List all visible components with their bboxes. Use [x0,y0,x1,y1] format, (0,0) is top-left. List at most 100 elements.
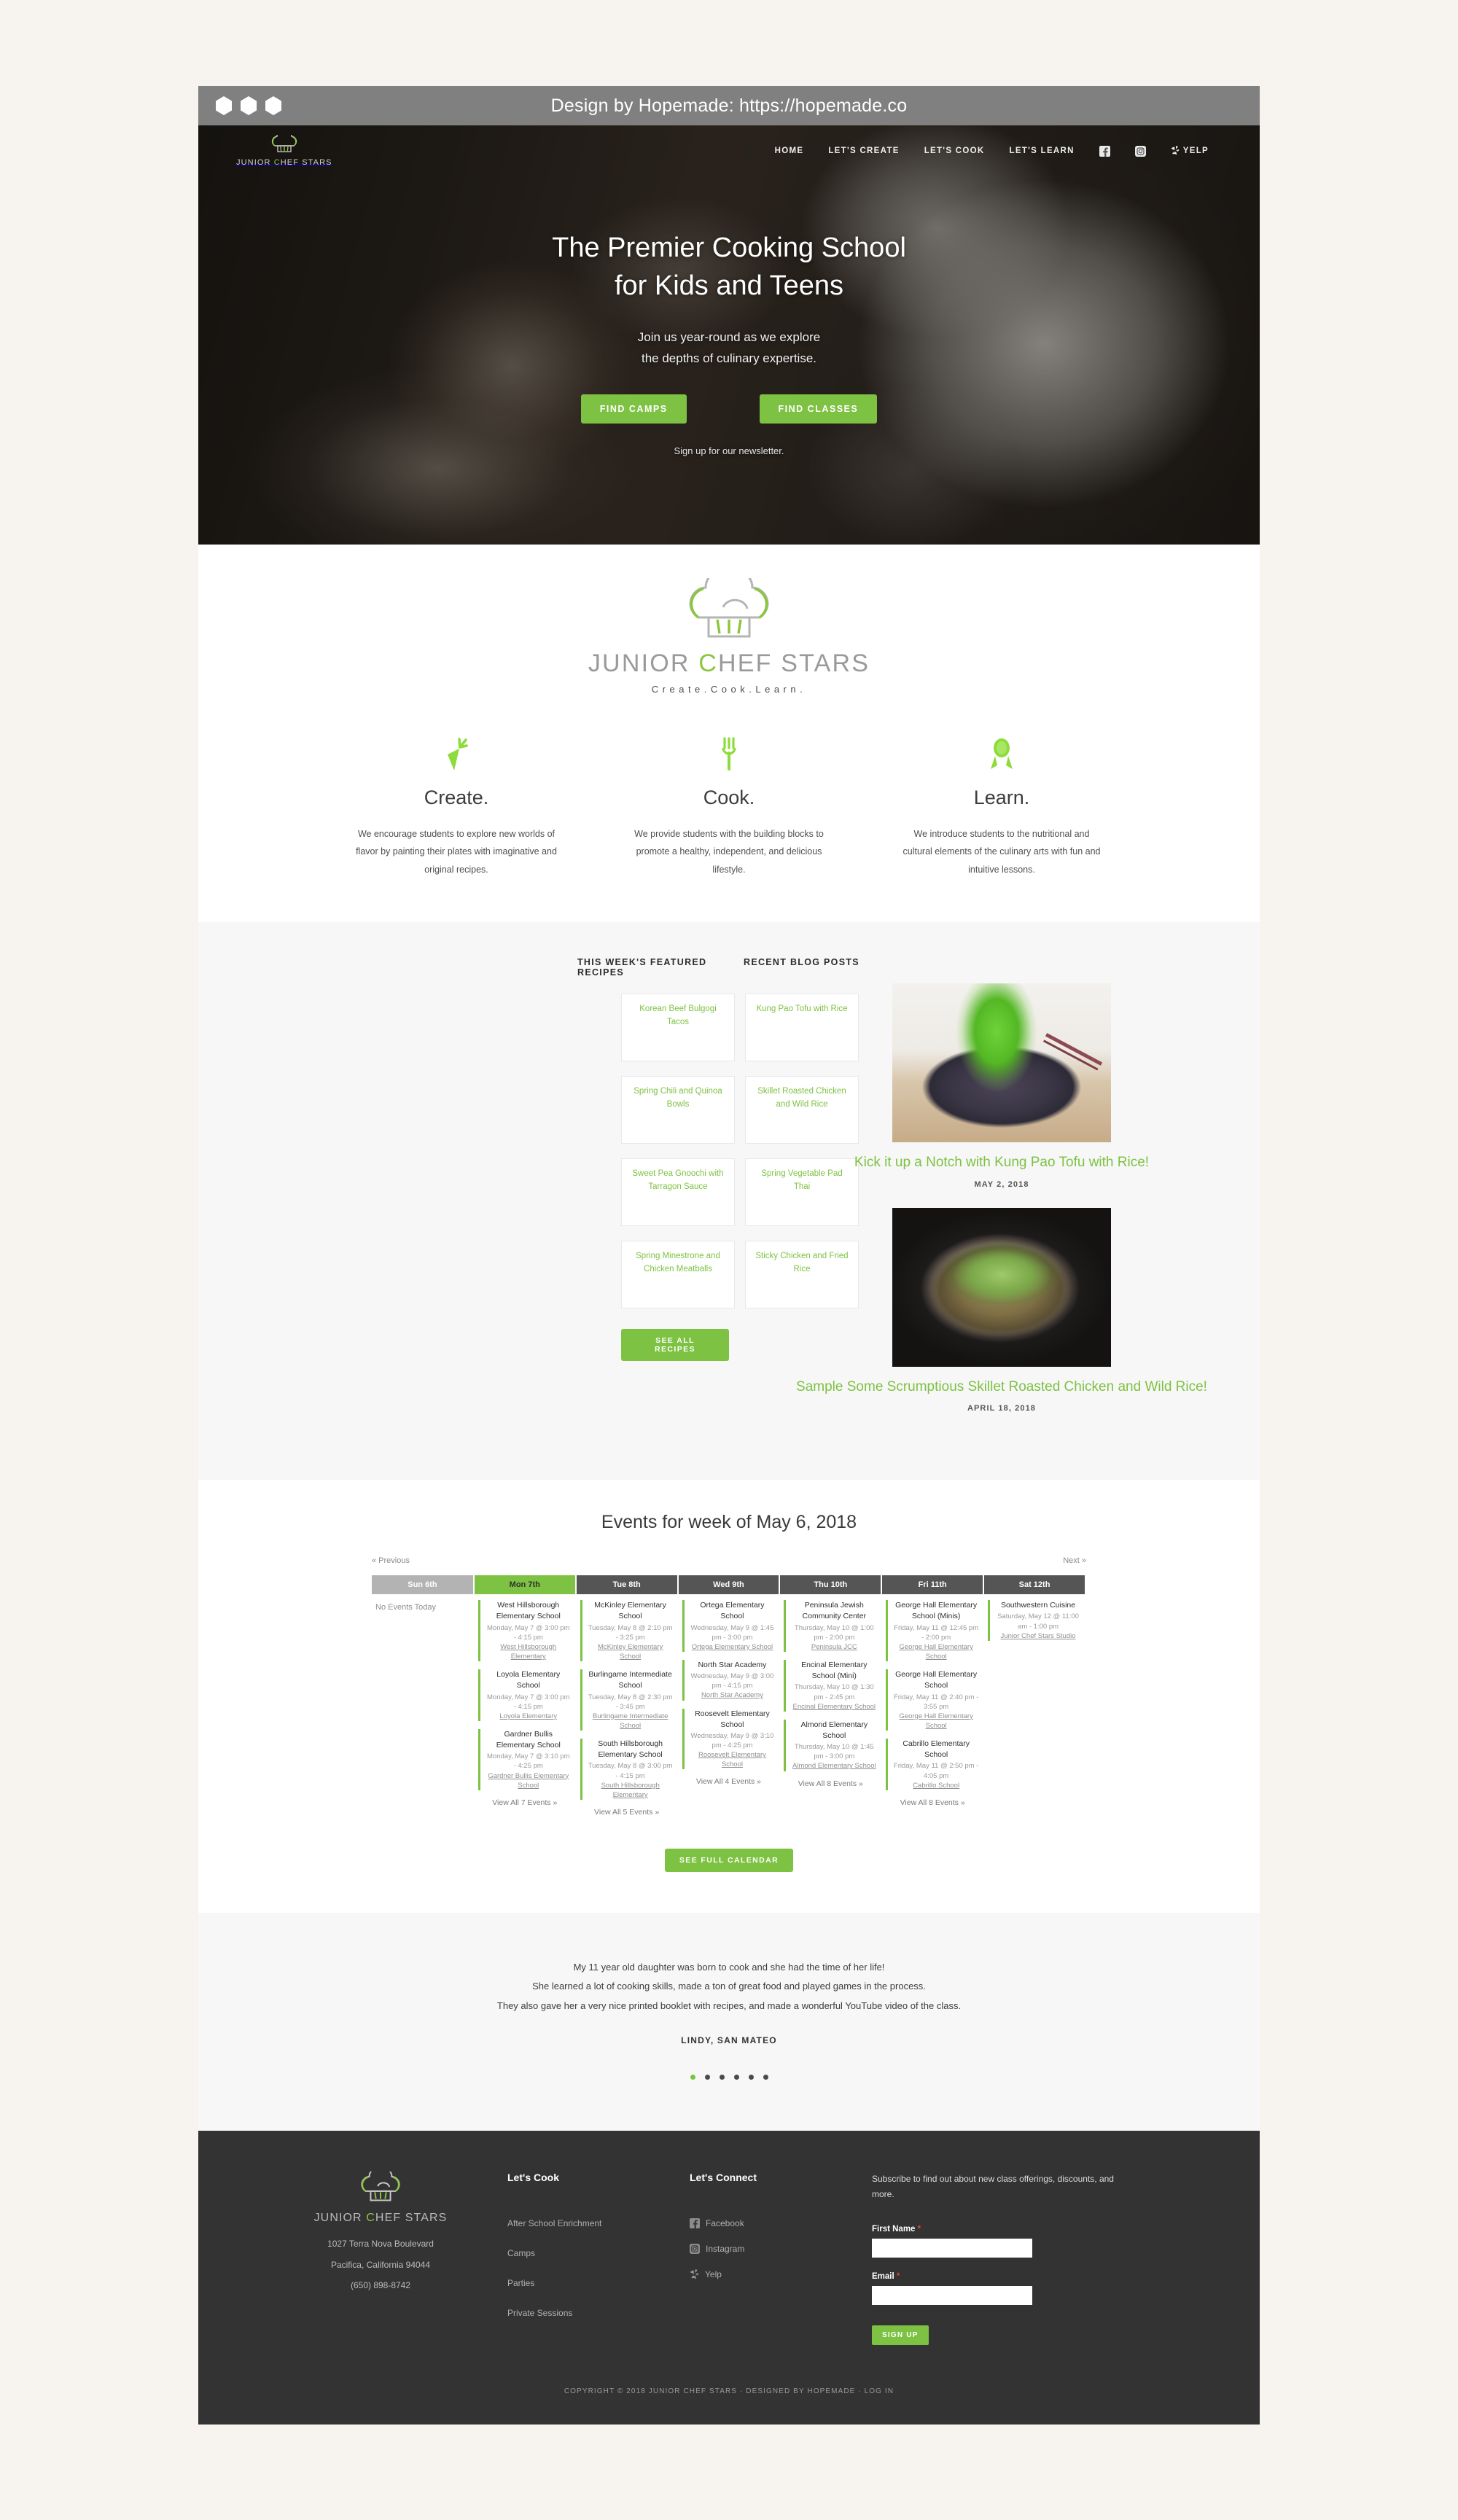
event-venue-link[interactable]: George Hall Elementary School [893,1642,979,1661]
calendar-event[interactable]: McKinley Elementary School Tuesday, May … [580,1600,674,1662]
calendar-prev-link[interactable]: « Previous [372,1556,410,1565]
calendar-event[interactable]: Gardner Bullis Elementary School Monday,… [477,1728,572,1790]
nav-lets-cook[interactable]: LET'S COOK [924,147,985,155]
recipe-card[interactable]: Korean Beef Bulgogi Tacos [621,994,735,1062]
no-events-text: No Events Today [375,1603,436,1612]
blog-post-image[interactable] [892,983,1111,1143]
footer-link-after-school[interactable]: After School Enrichment [507,2218,658,2228]
recipe-card[interactable]: Sweet Pea Gnoochi with Tarragon Sauce [621,1158,735,1227]
event-venue-link[interactable]: Junior Chef Stars Studio [995,1631,1081,1641]
event-venue-link[interactable]: Roosevelt Elementary School [690,1750,776,1769]
calendar-event[interactable]: South Hillsborough Elementary School Tue… [580,1738,674,1800]
calendar-event[interactable]: Encinal Elementary School (Mini) Thursda… [784,1659,877,1712]
event-time: Monday, May 7 @ 3:00 pm - 4:15 pm [487,1693,570,1711]
blog-post-title[interactable]: Sample Some Scrumptious Skillet Roasted … [744,1377,1260,1397]
event-venue-link[interactable]: South Hillsborough Elementary [588,1781,674,1800]
hero-cta-group: FIND CAMPS FIND CLASSES [198,394,1260,424]
value-prop-columns: Create. We encourage students to explore… [198,734,1260,878]
footer-link-yelp[interactable]: Yelp [690,2269,840,2280]
facebook-icon[interactable] [1099,145,1110,157]
instagram-icon[interactable] [1134,145,1146,157]
carousel-dot[interactable] [748,2074,754,2080]
event-venue-link[interactable]: Peninsula JCC [791,1642,877,1652]
calendar-event[interactable]: George Hall Elementary School (Minis) Fr… [886,1600,979,1662]
calendar-event[interactable]: George Hall Elementary School Friday, Ma… [886,1669,979,1731]
nav-yelp[interactable]: YELP [1171,146,1209,156]
view-all-events-link[interactable]: View All 4 Events » [682,1777,776,1786]
testimonial-section: My 11 year old daughter was born to cook… [198,1912,1260,2131]
see-all-recipes-button[interactable]: SEE ALL RECIPES [621,1329,729,1362]
event-venue-link[interactable]: Loyola Elementary [486,1712,572,1721]
recipe-link[interactable]: Korean Beef Bulgogi Tacos [629,1003,727,1029]
newsletter-signup-link[interactable]: Sign up for our newsletter. [674,445,784,456]
nav-home[interactable]: HOME [775,147,804,155]
hero-content: The Premier Cooking School for Kids and … [198,166,1260,458]
event-venue-link[interactable]: Gardner Bullis Elementary School [486,1771,572,1790]
email-field[interactable] [872,2285,1032,2305]
event-time: Thursday, May 10 @ 1:30 pm - 2:45 pm [794,1683,874,1701]
footer-facebook-label: Facebook [706,2217,744,2228]
calendar-event[interactable]: North Star Academy Wednesday, May 9 @ 3:… [682,1659,776,1701]
event-venue-link[interactable]: North Star Academy [690,1690,776,1700]
find-camps-button[interactable]: FIND CAMPS [580,394,687,424]
carousel-dot[interactable] [733,2074,739,2080]
calendar-event[interactable]: Cabrillo Elementary School Friday, May 1… [886,1738,979,1790]
view-all-events-link[interactable]: View All 7 Events » [478,1798,572,1807]
carousel-dot[interactable] [690,2074,695,2080]
blog-post-image[interactable] [892,1207,1111,1367]
see-full-calendar-button[interactable]: SEE FULL CALENDAR [664,1848,794,1872]
recipe-card[interactable]: Spring Minestrone and Chicken Meatballs [621,1241,735,1309]
calendar-day-cell-sun: No Events Today [372,1594,475,1824]
view-all-events-link[interactable]: View All 5 Events » [580,1808,674,1817]
carousel-dot[interactable] [719,2074,725,2080]
recipe-link[interactable]: Spring Minestrone and Chicken Meatballs [629,1250,727,1276]
event-time: Wednesday, May 9 @ 3:10 pm - 4:25 pm [690,1731,774,1750]
event-name: West Hillsborough Elementary School [496,1601,561,1621]
event-name: George Hall Elementary School [895,1670,978,1690]
footer-link-instagram[interactable]: Instagram [690,2243,840,2254]
calendar-event[interactable]: Peninsula Jewish Community Center Thursd… [784,1600,877,1652]
nav-lets-learn[interactable]: LET'S LEARN [1010,147,1075,155]
site-logo[interactable]: JUNIOR CHEF STARS [236,135,332,167]
event-venue-link[interactable]: Encinal Elementary School [791,1702,877,1712]
browser-title-text: Design by Hopemade: https://hopemade.co [550,95,908,116]
calendar-next-link[interactable]: Next » [1063,1556,1086,1565]
recipe-card[interactable]: Spring Chili and Quinoa Bowls [621,1076,735,1144]
blog-post-title[interactable]: Kick it up a Notch with Kung Pao Tofu wi… [744,1152,1260,1173]
calendar-event[interactable]: Southwestern Cuisine Saturday, May 12 @ … [988,1600,1081,1641]
event-venue-link[interactable]: Almond Elementary School [791,1761,877,1771]
calendar-event[interactable]: Loyola Elementary School Monday, May 7 @… [477,1669,572,1721]
blog-post: Sample Some Scrumptious Skillet Roasted … [744,1207,1260,1413]
first-name-field[interactable] [872,2238,1032,2258]
calendar-day-header-fri: Fri 11th [881,1575,985,1595]
signup-button[interactable]: SIGN UP [872,2325,929,2345]
hero-title: The Premier Cooking School for Kids and … [198,229,1260,305]
recipe-link[interactable]: Sweet Pea Gnoochi with Tarragon Sauce [629,1168,727,1194]
view-all-events-link[interactable]: View All 8 Events » [886,1798,979,1807]
footer-link-parties[interactable]: Parties [507,2278,658,2288]
calendar-event[interactable]: Almond Elementary School Thursday, May 1… [784,1719,877,1771]
find-classes-button[interactable]: FIND CLASSES [759,394,878,424]
event-venue-link[interactable]: Burlingame Intermediate School [588,1712,674,1731]
nav-lets-create[interactable]: LET'S CREATE [828,147,899,155]
footer-link-camps[interactable]: Camps [507,2248,658,2258]
calendar-event[interactable]: Ortega Elementary School Wednesday, May … [682,1600,776,1652]
carousel-dot[interactable] [704,2074,710,2080]
event-venue-link[interactable]: Cabrillo School [893,1781,979,1790]
event-venue-link[interactable]: McKinley Elementary School [588,1642,674,1661]
browser-title-bar: Design by Hopemade: https://hopemade.co [198,86,1260,125]
event-time: Monday, May 7 @ 3:10 pm - 4:25 pm [487,1752,570,1771]
recipe-link[interactable]: Spring Chili and Quinoa Bowls [629,1085,727,1112]
calendar-event[interactable]: Burlingame Intermediate School Tuesday, … [580,1669,674,1731]
carousel-dot[interactable] [763,2074,768,2080]
calendar-day-header-sat: Sat 12th [983,1575,1086,1595]
footer-link-private-sessions[interactable]: Private Sessions [507,2308,658,2318]
footer-link-facebook[interactable]: Facebook [690,2217,840,2228]
view-all-events-link[interactable]: View All 8 Events » [784,1779,877,1788]
event-venue-link[interactable]: Ortega Elementary School [690,1642,776,1652]
calendar-event[interactable]: West Hillsborough Elementary School Mond… [477,1600,572,1662]
event-venue-link[interactable]: George Hall Elementary School [893,1712,979,1731]
calendar-event[interactable]: Roosevelt Elementary School Wednesday, M… [682,1708,776,1770]
event-venue-link[interactable]: West Hillsborough Elementary [486,1642,572,1661]
footer-address-line2: Pacifica, California 94044 [330,2259,431,2270]
